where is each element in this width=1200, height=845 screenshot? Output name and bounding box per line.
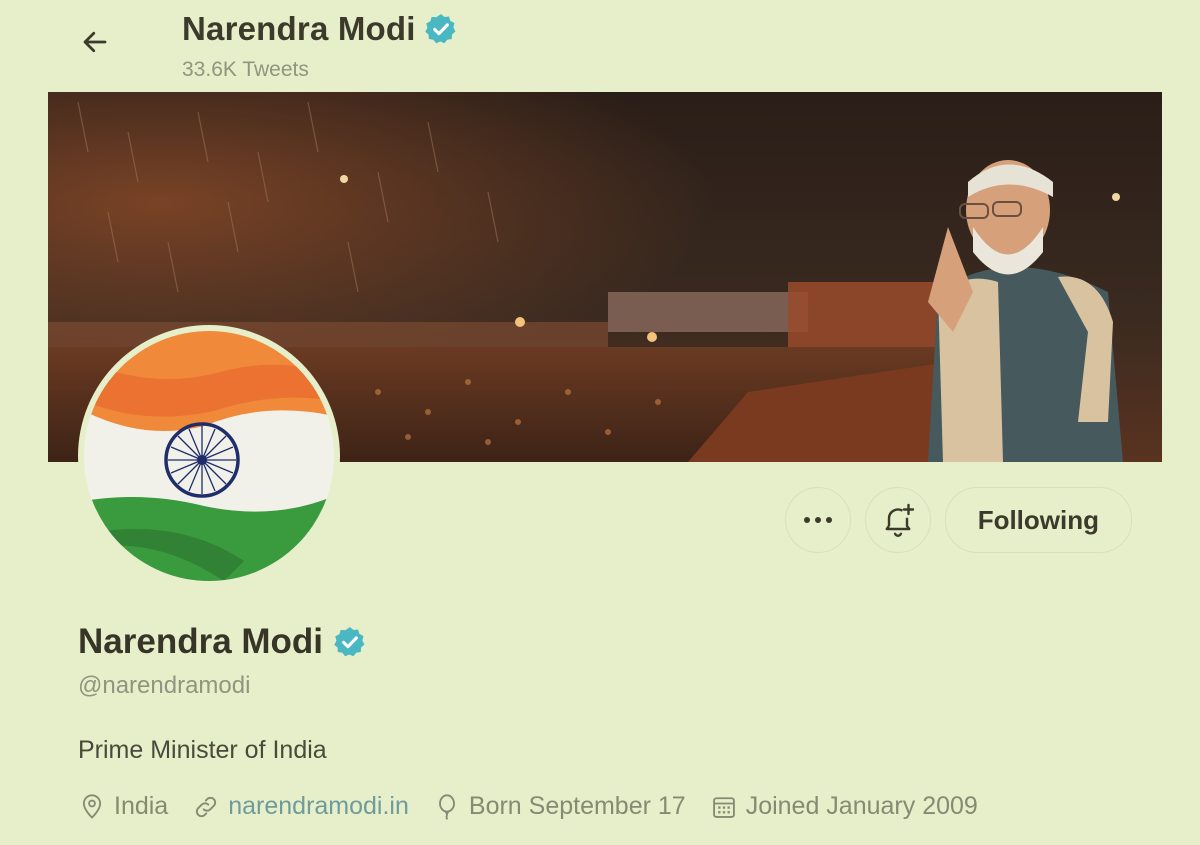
- profile-meta: India narendramodi.in Born September 17 …: [78, 792, 1002, 821]
- header-title: Narendra Modi: [182, 10, 416, 47]
- location-item: India: [78, 792, 168, 821]
- verified-badge-icon: [424, 12, 458, 46]
- location-text: India: [114, 792, 169, 820]
- profile-avatar[interactable]: [78, 325, 340, 587]
- profile-bio: Prime Minister of India: [78, 736, 327, 764]
- back-button[interactable]: [72, 22, 118, 62]
- more-horizontal-icon: [803, 516, 833, 524]
- website-link[interactable]: narendramodi.in: [228, 792, 409, 821]
- tweet-count: 33.6K Tweets: [182, 58, 309, 81]
- arrow-left-icon: [80, 27, 110, 57]
- following-button[interactable]: Following: [944, 487, 1132, 553]
- india-flag-icon: [84, 331, 334, 581]
- profile-name: Narendra Modi: [78, 622, 324, 661]
- location-pin-icon: [78, 793, 106, 821]
- top-header: Narendra Modi 33.6K Tweets: [0, 0, 1200, 92]
- avatar-image: [84, 331, 334, 581]
- profile-handle: @narendramodi: [78, 672, 251, 699]
- profile-name-row: Narendra Modi: [78, 622, 367, 662]
- birthday-text: Born September 17: [468, 792, 686, 820]
- more-button[interactable]: [784, 487, 851, 553]
- birthday-item: Born September 17: [433, 792, 686, 821]
- calendar-icon: [710, 793, 738, 821]
- joined-text: Joined January 2009: [745, 792, 978, 820]
- bell-plus-icon: [880, 502, 916, 538]
- balloon-icon: [433, 793, 461, 821]
- profile-actions: Following: [784, 487, 1132, 553]
- link-icon: [192, 793, 220, 821]
- verified-badge-icon: [333, 625, 367, 659]
- header-title-row: Narendra Modi: [182, 10, 458, 48]
- website-item: narendramodi.in: [192, 792, 409, 821]
- joined-item: Joined January 2009: [710, 792, 978, 821]
- notifications-button[interactable]: [864, 487, 931, 553]
